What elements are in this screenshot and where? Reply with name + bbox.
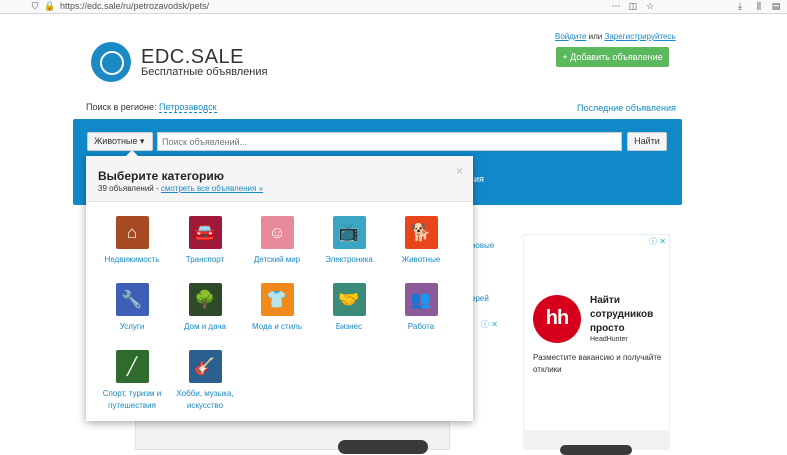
search-panel-subtext: ия — [474, 174, 484, 184]
category-business[interactable]: 🤝 Бизнес — [313, 283, 385, 333]
region-selector: Поиск в регионе: Петрозаводск — [86, 102, 217, 113]
category-label: Детский мир — [253, 255, 301, 264]
house-icon: ⌂ — [115, 216, 149, 249]
handshake-icon: 🤝 — [332, 283, 366, 316]
popup-count: 39 объявлений - смотреть все объявления … — [98, 184, 263, 193]
category-label: Электроника — [325, 255, 373, 264]
site-subtitle: Бесплатные объявления — [141, 66, 268, 78]
auth-links: Войдите или Зарегистрируйтесь — [555, 32, 676, 41]
close-icon[interactable]: × — [456, 164, 463, 178]
ad-title[interactable]: Найти сотрудников просто — [590, 294, 668, 336]
browser-toolbar: ⛉ 🔒 https://edc.sale/ru/petrozavodsk/pet… — [0, 0, 787, 14]
category-label: Мода и стиль — [251, 322, 303, 331]
background-link-fragment[interactable]: ерей — [471, 294, 489, 303]
category-transport[interactable]: 🚘 Транспорт — [169, 216, 241, 266]
category-label: Транспорт — [185, 255, 225, 264]
category-fashion[interactable]: 👕 Мода и стиль — [241, 283, 313, 333]
region-link[interactable]: Петрозаводск — [159, 102, 217, 113]
ad-close-icon[interactable]: ⓘ ✕ — [649, 236, 666, 247]
add-listing-button[interactable]: + Добавить объявление — [556, 47, 669, 67]
tv-icon: 📺 — [332, 216, 366, 249]
category-label: Животные — [401, 255, 441, 264]
pets-icon: 🐕 — [404, 216, 438, 249]
site-logo-icon[interactable] — [91, 42, 131, 82]
download-icon[interactable]: ⤓ — [735, 1, 745, 11]
category-pets[interactable]: 🐕 Животные — [385, 216, 457, 266]
background-link-fragment[interactable]: новые — [471, 241, 494, 250]
region-label: Поиск в регионе: — [86, 102, 157, 112]
category-hobby[interactable]: 🎸 Хобби, музыка, искусство — [169, 350, 241, 412]
ad-cta-button[interactable] — [560, 445, 632, 455]
ad-text: Разместите вакансию и получайте отклики — [533, 353, 662, 374]
category-home[interactable]: 🌳 Дом и дача — [169, 283, 241, 333]
sidebar-icon[interactable]: ▤ — [771, 1, 781, 11]
category-electronics[interactable]: 📺 Электроника — [313, 216, 385, 266]
auth-or-text: или — [588, 32, 603, 41]
popup-header: Выберите категорию 39 объявлений - смотр… — [86, 156, 473, 202]
rifle-icon: ╱ — [115, 350, 149, 383]
category-popup: Выберите категорию 39 объявлений - смотр… — [86, 150, 473, 421]
category-label: Работа — [407, 322, 435, 331]
search-input[interactable] — [157, 132, 622, 151]
category-jobs[interactable]: 👥 Работа — [385, 283, 457, 333]
category-label: Недвижимость — [104, 255, 160, 264]
address-bar[interactable]: https://edc.sale/ru/petrozavodsk/pets/ — [60, 0, 209, 12]
register-link[interactable]: Зарегистрируйтесь — [605, 32, 676, 41]
more-icon[interactable]: ⋯ — [611, 1, 621, 11]
shield-icon[interactable]: ⛉ — [30, 1, 40, 11]
latest-listings-link[interactable]: Последние объявления — [577, 103, 676, 113]
car-icon: 🚘 — [188, 216, 222, 249]
tree-icon: 🌳 — [188, 283, 222, 316]
ad-info-icon[interactable]: ⓘ ✕ — [481, 319, 498, 330]
people-icon: 👥 — [404, 283, 438, 316]
category-label: Хобби, музыка, искусство — [176, 389, 234, 410]
ad-brand: HeadHunter — [590, 336, 628, 343]
pocket-icon[interactable]: ◫ — [628, 1, 638, 11]
library-icon[interactable]: ⫼ — [754, 1, 764, 11]
category-label: Спорт, туризм и путешествия — [102, 389, 162, 410]
category-label: Дом и дача — [184, 322, 226, 331]
category-sport[interactable]: ╱ Спорт, туризм и путешествия — [96, 350, 168, 412]
category-label: Услуги — [119, 322, 145, 331]
view-all-link[interactable]: смотреть все объявления » — [161, 184, 263, 193]
category-kids[interactable]: ☺ Детский мир — [241, 216, 313, 266]
wrench-icon: 🔧 — [115, 283, 149, 316]
lock-icon[interactable]: 🔒 — [44, 1, 55, 11]
guitar-icon: 🎸 — [188, 350, 222, 383]
search-button[interactable]: Найти — [627, 132, 667, 151]
baby-icon: ☺ — [260, 216, 294, 249]
listing-count: 39 объявлений - — [98, 184, 159, 193]
category-label: Бизнес — [335, 322, 363, 331]
category-realty[interactable]: ⌂ Недвижимость — [96, 216, 168, 266]
content-ad-button[interactable] — [338, 440, 428, 454]
login-link[interactable]: Войдите — [555, 32, 586, 41]
category-dropdown[interactable]: Животные ▾ — [87, 132, 153, 151]
shirt-icon: 👕 — [260, 283, 294, 316]
star-icon[interactable]: ☆ — [645, 1, 655, 11]
popup-title: Выберите категорию — [98, 169, 224, 183]
category-services[interactable]: 🔧 Услуги — [96, 283, 168, 333]
headhunter-logo-icon[interactable]: hh — [533, 295, 581, 343]
